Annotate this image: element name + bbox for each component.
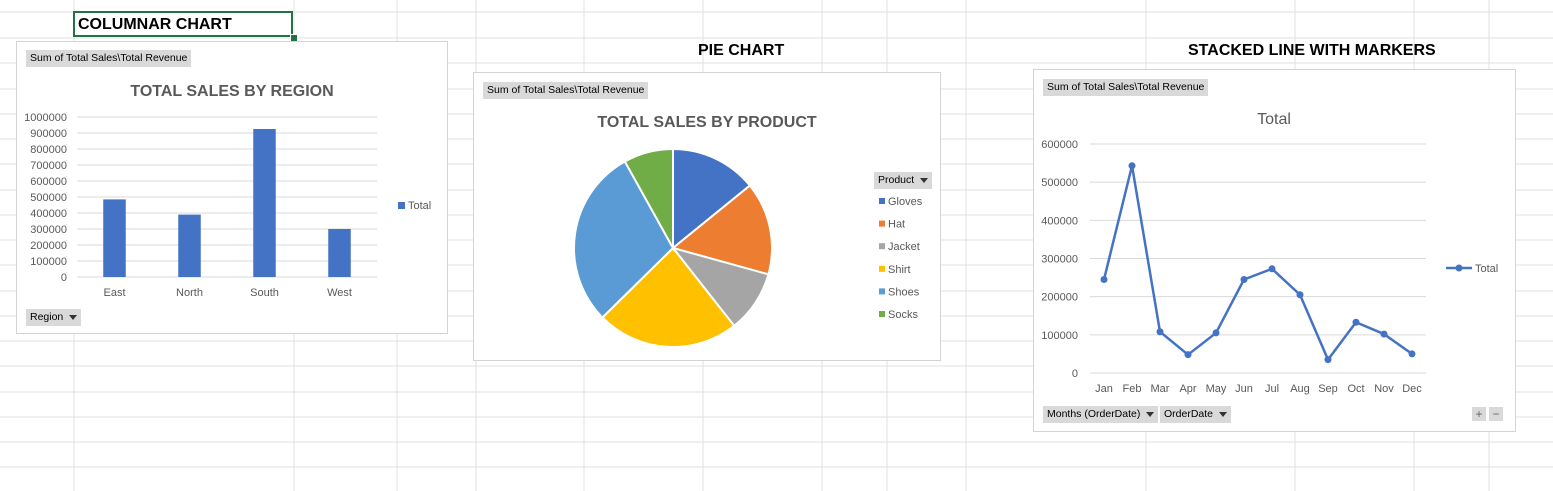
- legend-swatch: [879, 265, 885, 272]
- bar-west: [328, 229, 351, 277]
- region-field-button[interactable]: Region: [26, 309, 82, 326]
- y-tick-label: 0: [61, 272, 67, 284]
- y-tick-label: 900000: [30, 128, 67, 140]
- legend-swatch: [879, 220, 885, 227]
- y-tick-label: 400000: [1041, 215, 1078, 227]
- data-point-nov: [1380, 330, 1388, 338]
- region-bar-chart[interactable]: Sum of Total Sales\Total Revenue TOTAL S…: [16, 41, 448, 334]
- orderdate-field-button[interactable]: OrderDate: [1160, 406, 1232, 423]
- legend-label: Socks: [888, 309, 918, 321]
- x-tick-label: West: [327, 287, 352, 299]
- line-chart-heading[interactable]: STACKED LINE WITH MARKERS: [1188, 42, 1436, 60]
- data-point-jul: [1268, 265, 1276, 273]
- expand-field-button[interactable]: +: [1472, 407, 1486, 421]
- x-tick-label: Jun: [1235, 383, 1253, 395]
- legend-swatch: [398, 202, 405, 209]
- data-point-may: [1212, 329, 1220, 337]
- chart-title: TOTAL SALES BY PRODUCT: [597, 114, 817, 131]
- x-tick-label: Aug: [1290, 383, 1310, 395]
- data-point-sep: [1324, 356, 1332, 364]
- data-point-feb: [1128, 162, 1136, 170]
- collapse-field-button[interactable]: −: [1489, 407, 1503, 421]
- y-tick-label: 700000: [30, 160, 67, 172]
- legend-swatch: [879, 243, 885, 250]
- y-tick-label: 200000: [30, 240, 67, 252]
- y-tick-label: 100000: [30, 256, 67, 268]
- y-tick-label: 500000: [30, 192, 67, 204]
- y-tick-label: 600000: [30, 176, 67, 188]
- data-point-aug: [1296, 291, 1304, 299]
- data-point-apr: [1184, 351, 1192, 359]
- legend-label: Total: [1475, 263, 1498, 275]
- x-tick-label: Sep: [1318, 383, 1338, 395]
- bar-east: [103, 199, 126, 277]
- line-plot-area: Total 0 100000 200000 300000 400000 500000 6000…: [1041, 111, 1498, 395]
- series-line-total: [1102, 164, 1413, 361]
- legend-label: Shirt: [888, 264, 911, 276]
- y-tick-label: 300000: [30, 224, 67, 236]
- x-tick-label: Jul: [1265, 383, 1279, 395]
- y-tick-label: 1000000: [24, 112, 67, 124]
- monthly-line-chart[interactable]: Sum of Total Sales\Total Revenue Total 0 1…: [1033, 69, 1516, 432]
- y-tick-label: 400000: [30, 208, 67, 220]
- bar-plot-area: TOTAL SALES BY REGION 0 100000 200000 300000…: [24, 83, 431, 299]
- y-tick-label: 100000: [1041, 330, 1078, 342]
- x-tick-label: Dec: [1402, 383, 1422, 395]
- x-tick-label: May: [1206, 383, 1227, 395]
- chart-title: Total: [1257, 111, 1291, 128]
- product-pie-chart[interactable]: Sum of Total Sales\Total Revenue TOTAL S…: [473, 72, 941, 361]
- x-tick-label: Jan: [1095, 383, 1113, 395]
- columnar-chart-heading[interactable]: COLUMNAR CHART: [78, 16, 232, 34]
- data-point-dec: [1408, 350, 1416, 358]
- x-tick-label: Nov: [1374, 383, 1394, 395]
- legend-label: Shoes: [888, 286, 920, 298]
- data-point-jun: [1240, 275, 1248, 283]
- pie-plot-area: TOTAL SALES BY PRODUCT Gloves Hat Jacket Shi…: [573, 114, 923, 348]
- x-tick-label: North: [176, 287, 203, 299]
- legend-marker: [1455, 264, 1463, 272]
- legend-swatch: [879, 311, 885, 317]
- legend-swatch: [879, 198, 885, 204]
- y-tick-label: 200000: [1041, 292, 1078, 304]
- x-tick-label: East: [103, 287, 125, 299]
- data-point-jan: [1100, 275, 1108, 283]
- y-tick-label: 800000: [30, 144, 67, 156]
- y-tick-label: 600000: [1041, 139, 1078, 151]
- y-tick-label: 500000: [1041, 177, 1078, 189]
- legend-label: Jacket: [888, 241, 920, 253]
- y-tick-label: 0: [1072, 368, 1078, 380]
- legend-swatch: [879, 288, 885, 295]
- x-tick-label: South: [250, 287, 279, 299]
- x-tick-label: Apr: [1179, 383, 1196, 395]
- bar-north: [178, 214, 201, 277]
- data-point-oct: [1352, 318, 1360, 326]
- data-point-mar: [1156, 328, 1164, 336]
- legend-label: Total: [408, 200, 431, 212]
- legend-label: Hat: [888, 219, 905, 231]
- pie-chart-heading[interactable]: PIE CHART: [698, 42, 784, 60]
- x-tick-label: Feb: [1123, 383, 1142, 395]
- legend-label: Gloves: [888, 196, 923, 208]
- product-field-button[interactable]: Product: [874, 172, 933, 189]
- x-tick-label: Oct: [1347, 383, 1364, 395]
- x-tick-label: Mar: [1151, 383, 1170, 395]
- months-field-button[interactable]: Months (OrderDate): [1043, 406, 1159, 423]
- bar-south: [253, 129, 276, 277]
- y-tick-label: 300000: [1041, 254, 1078, 266]
- chart-title: TOTAL SALES BY REGION: [130, 83, 333, 100]
